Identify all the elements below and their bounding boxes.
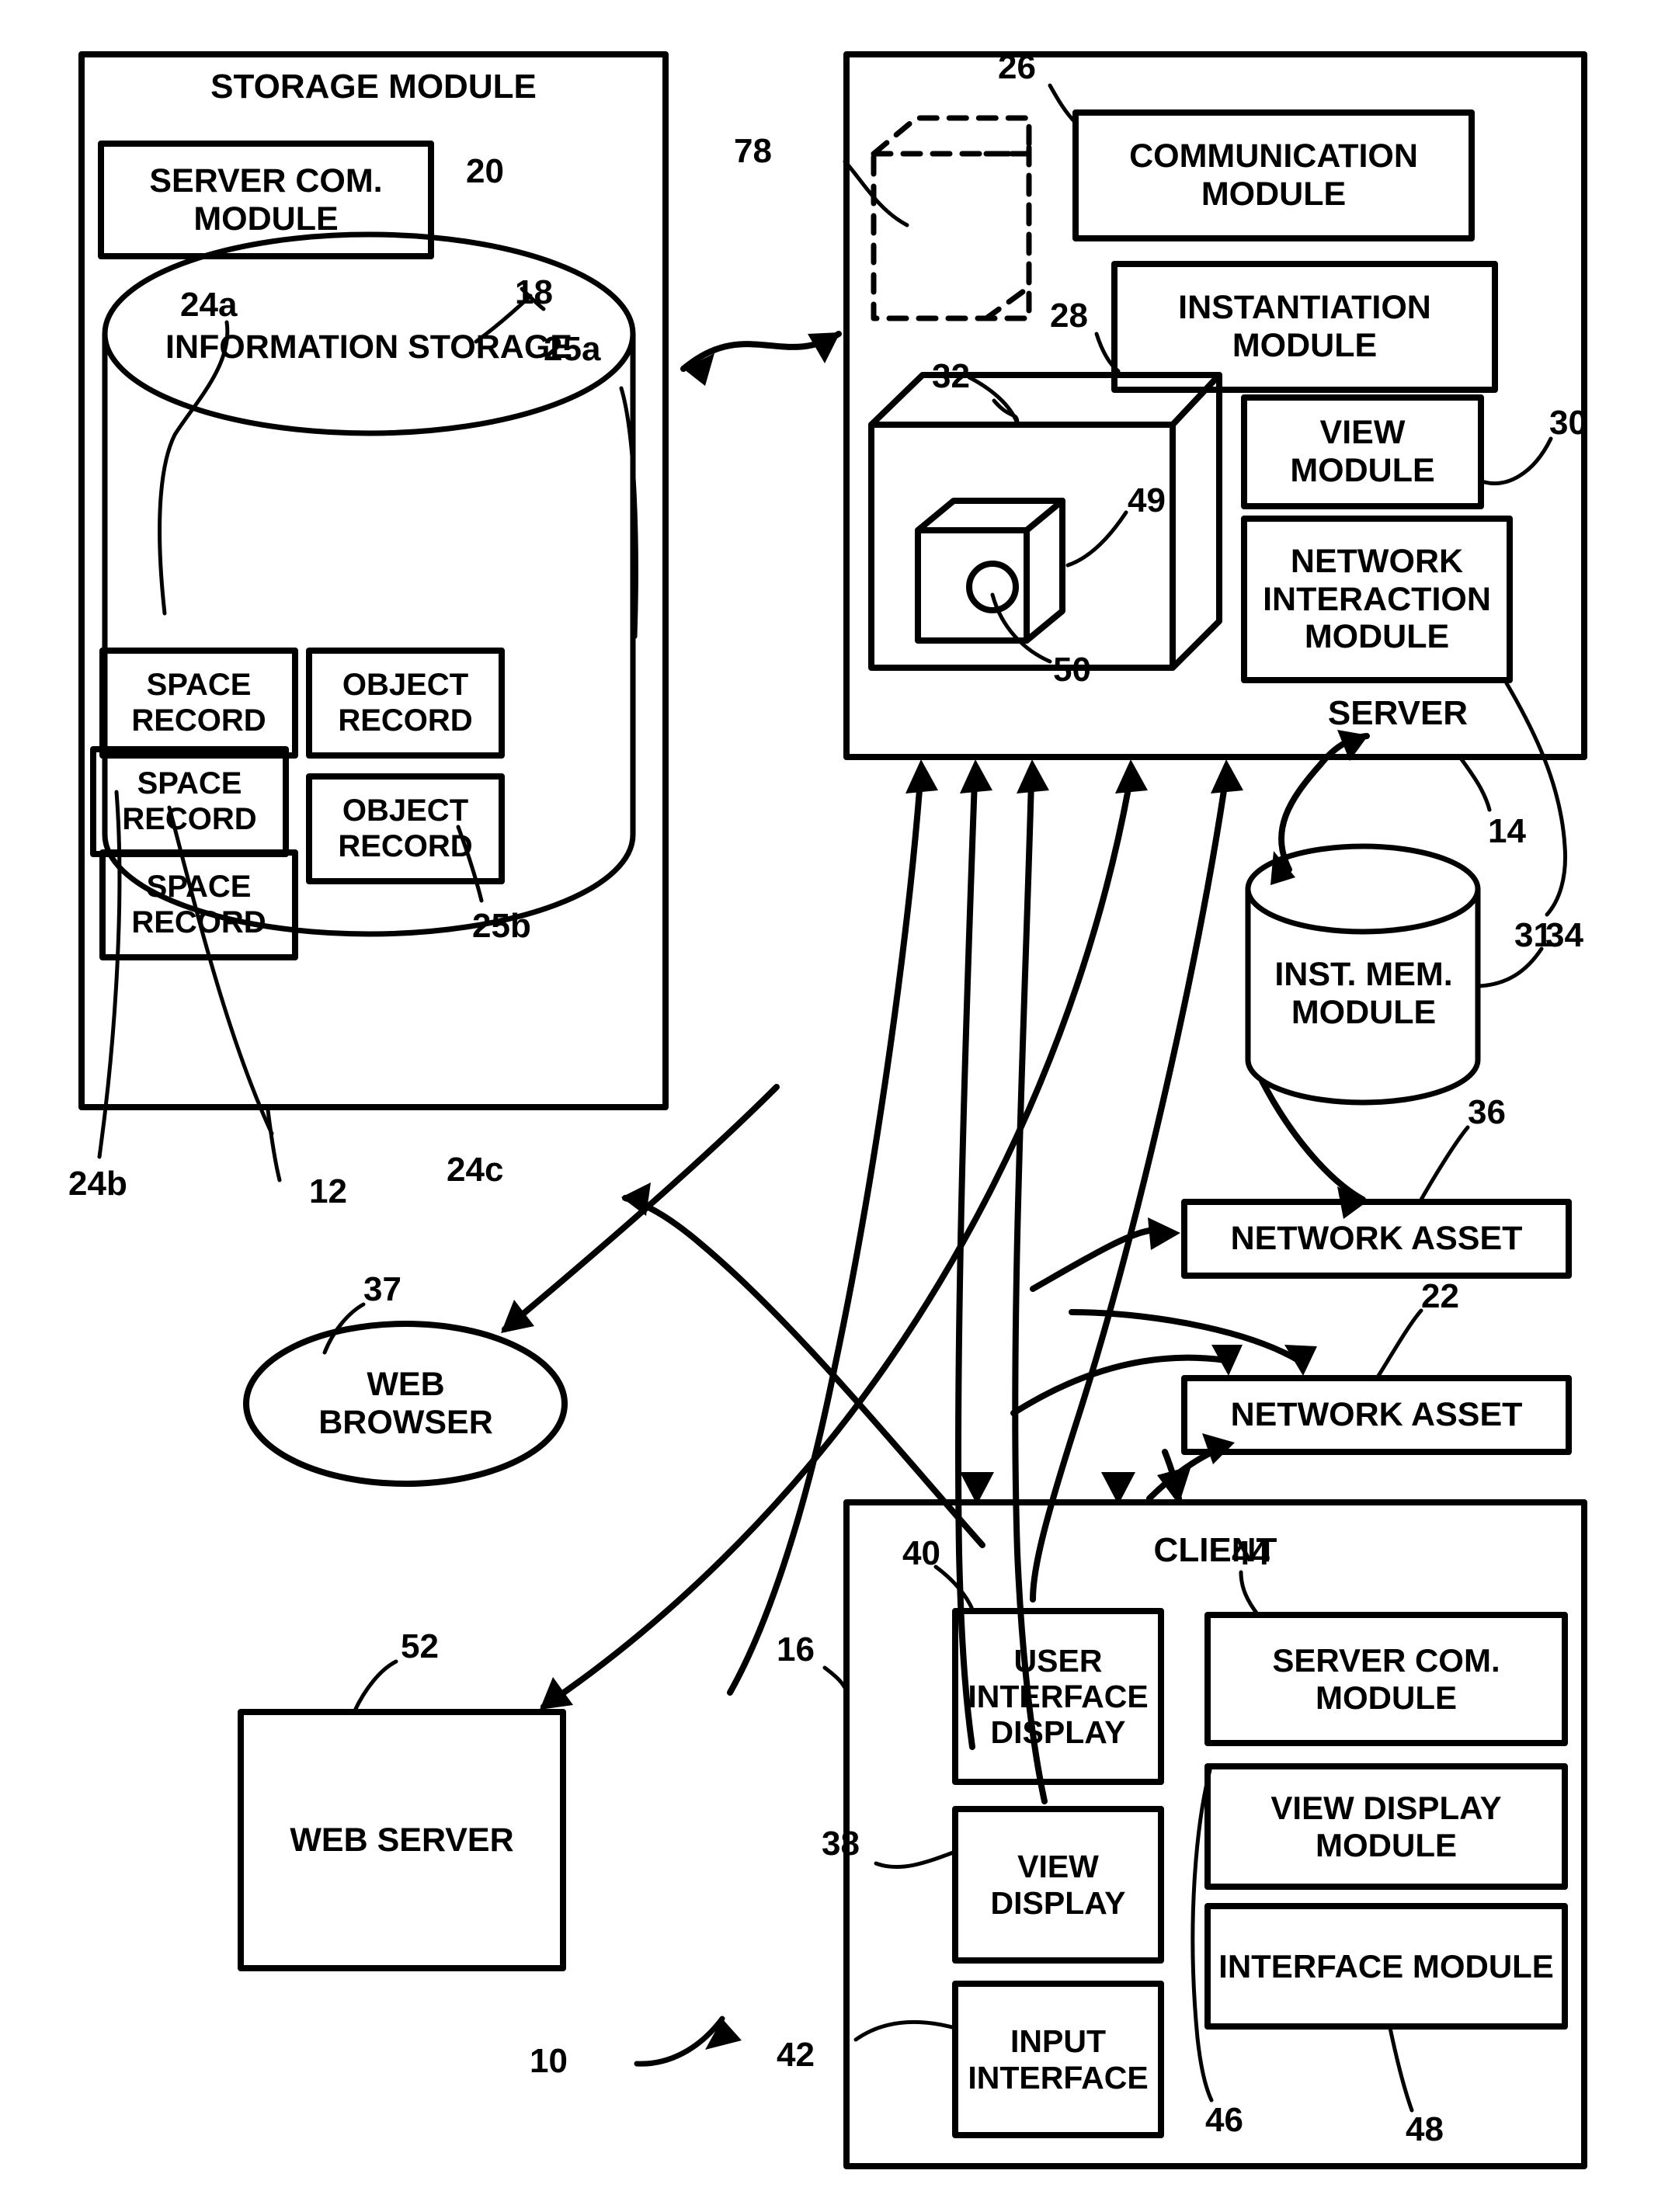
leader-30 [1479, 436, 1553, 486]
space-record-label-3: SPACE RECORD [131, 870, 266, 939]
ref-12: 12 [309, 1172, 347, 1210]
ref-32: 32 [932, 357, 970, 395]
leader-44 [1239, 1570, 1260, 1617]
leader-48 [1388, 2026, 1414, 2113]
space-record-label-1: SPACE RECORD [131, 668, 266, 738]
leader-10-arrow [634, 2016, 725, 2067]
ref-24b: 24b [68, 1165, 127, 1203]
leader-12 [266, 1108, 282, 1182]
client-title: CLIENT [1153, 1531, 1277, 1570]
network-asset-label-36: NETWORK ASSET [1230, 1220, 1523, 1258]
ref-10: 10 [530, 2042, 568, 2080]
leader-52 [352, 1659, 398, 1714]
arrowhead-server-1 [905, 759, 938, 793]
arrowhead-asset36-left [1148, 1217, 1180, 1250]
ref-48: 48 [1406, 2110, 1444, 2148]
storage-module-title: STORAGE MODULE [210, 68, 537, 106]
view-display-label: VIEW DISPLAY [990, 1849, 1126, 1921]
communication-module-label: COMMUNICATION MODULE [1129, 137, 1418, 213]
ref-44: 44 [1232, 1534, 1270, 1572]
ref-34: 34 [1545, 916, 1583, 954]
ref-22: 22 [1421, 1277, 1459, 1315]
network-asset-label-22: NETWORK ASSET [1230, 1396, 1523, 1434]
ref-28: 28 [1050, 297, 1088, 335]
view-display-module-label: VIEW DISPLAY MODULE [1270, 1790, 1502, 1863]
ref-24c: 24c [447, 1151, 504, 1189]
ref-25a: 25a [544, 330, 601, 368]
ref-14: 14 [1488, 812, 1526, 850]
leader-26 [1048, 83, 1078, 125]
object-record-label-1: OBJECT RECORD [338, 668, 473, 738]
patent-figure: STORAGE MODULE SERVER COM. MODULE 20 INF… [0, 0, 1658, 2212]
ref-78: 78 [734, 132, 772, 170]
ref-18: 18 [515, 273, 553, 311]
leader-36 [1419, 1125, 1470, 1202]
leader-14 [1459, 757, 1492, 812]
conn-server-webserver [541, 777, 1133, 1710]
arrowhead-server-4 [1115, 759, 1148, 793]
ref-52: 52 [401, 1627, 439, 1665]
ref-25b: 25b [472, 907, 531, 945]
ref-49: 49 [1128, 481, 1166, 519]
storage-server-com-module-label: SERVER COM. MODULE [149, 161, 383, 238]
web-browser-label: WEB BROWSER [318, 1365, 493, 1441]
leader-16 [822, 1665, 849, 1693]
client-server-com-module-label: SERVER COM. MODULE [1272, 1642, 1500, 1716]
arrowhead-asset22-b [1284, 1345, 1317, 1376]
ref-24a: 24a [180, 286, 238, 324]
leader-42 [853, 2019, 958, 2042]
view-module-label: VIEW MODULE [1290, 414, 1435, 489]
arrowhead-server-5 [1211, 759, 1243, 793]
ref-36: 36 [1468, 1093, 1506, 1131]
server-title: SERVER [1327, 694, 1469, 733]
ref-46: 46 [1205, 2101, 1243, 2139]
ref-16: 16 [777, 1630, 815, 1669]
arrowhead-webserver [540, 1677, 573, 1710]
interface-module-label: INTERFACE MODULE [1218, 1947, 1554, 1985]
ref-20: 20 [466, 152, 504, 190]
ref-38: 38 [822, 1825, 860, 1863]
arrowhead-server-3 [1017, 759, 1049, 793]
leader-40 [933, 1564, 975, 1613]
inner-cube-49-edge-b [1024, 498, 1065, 533]
instantiation-module-label: INSTANTIATION MODULE [1178, 289, 1431, 364]
ref-50: 50 [1053, 651, 1091, 689]
ref-40: 40 [902, 1534, 940, 1572]
leader-49 [1065, 510, 1128, 568]
space-record-label-2: SPACE RECORD [122, 766, 257, 836]
object-record-label-2: OBJECT RECORD [338, 793, 473, 863]
conn-browser-server [727, 777, 923, 1696]
input-interface-label: INPUT INTERFACE [968, 2023, 1149, 2096]
ref-26: 26 [998, 48, 1036, 86]
leader-38 [874, 1849, 958, 1870]
inner-circle-50 [966, 561, 1019, 613]
ref-30: 30 [1549, 404, 1587, 442]
arrowhead-server-2 [960, 759, 992, 793]
leader-22 [1376, 1308, 1423, 1378]
web-server-label: WEB SERVER [290, 1821, 514, 1859]
network-interaction-module-label: NETWORK INTERACTION MODULE [1263, 543, 1491, 656]
user-interface-display-label: USER INTERFACE DISPLAY [968, 1642, 1149, 1751]
ref-42: 42 [777, 2036, 815, 2074]
ref-37: 37 [363, 1270, 401, 1308]
inst-mem-module-label: INST. MEM. MODULE [1274, 956, 1453, 1031]
